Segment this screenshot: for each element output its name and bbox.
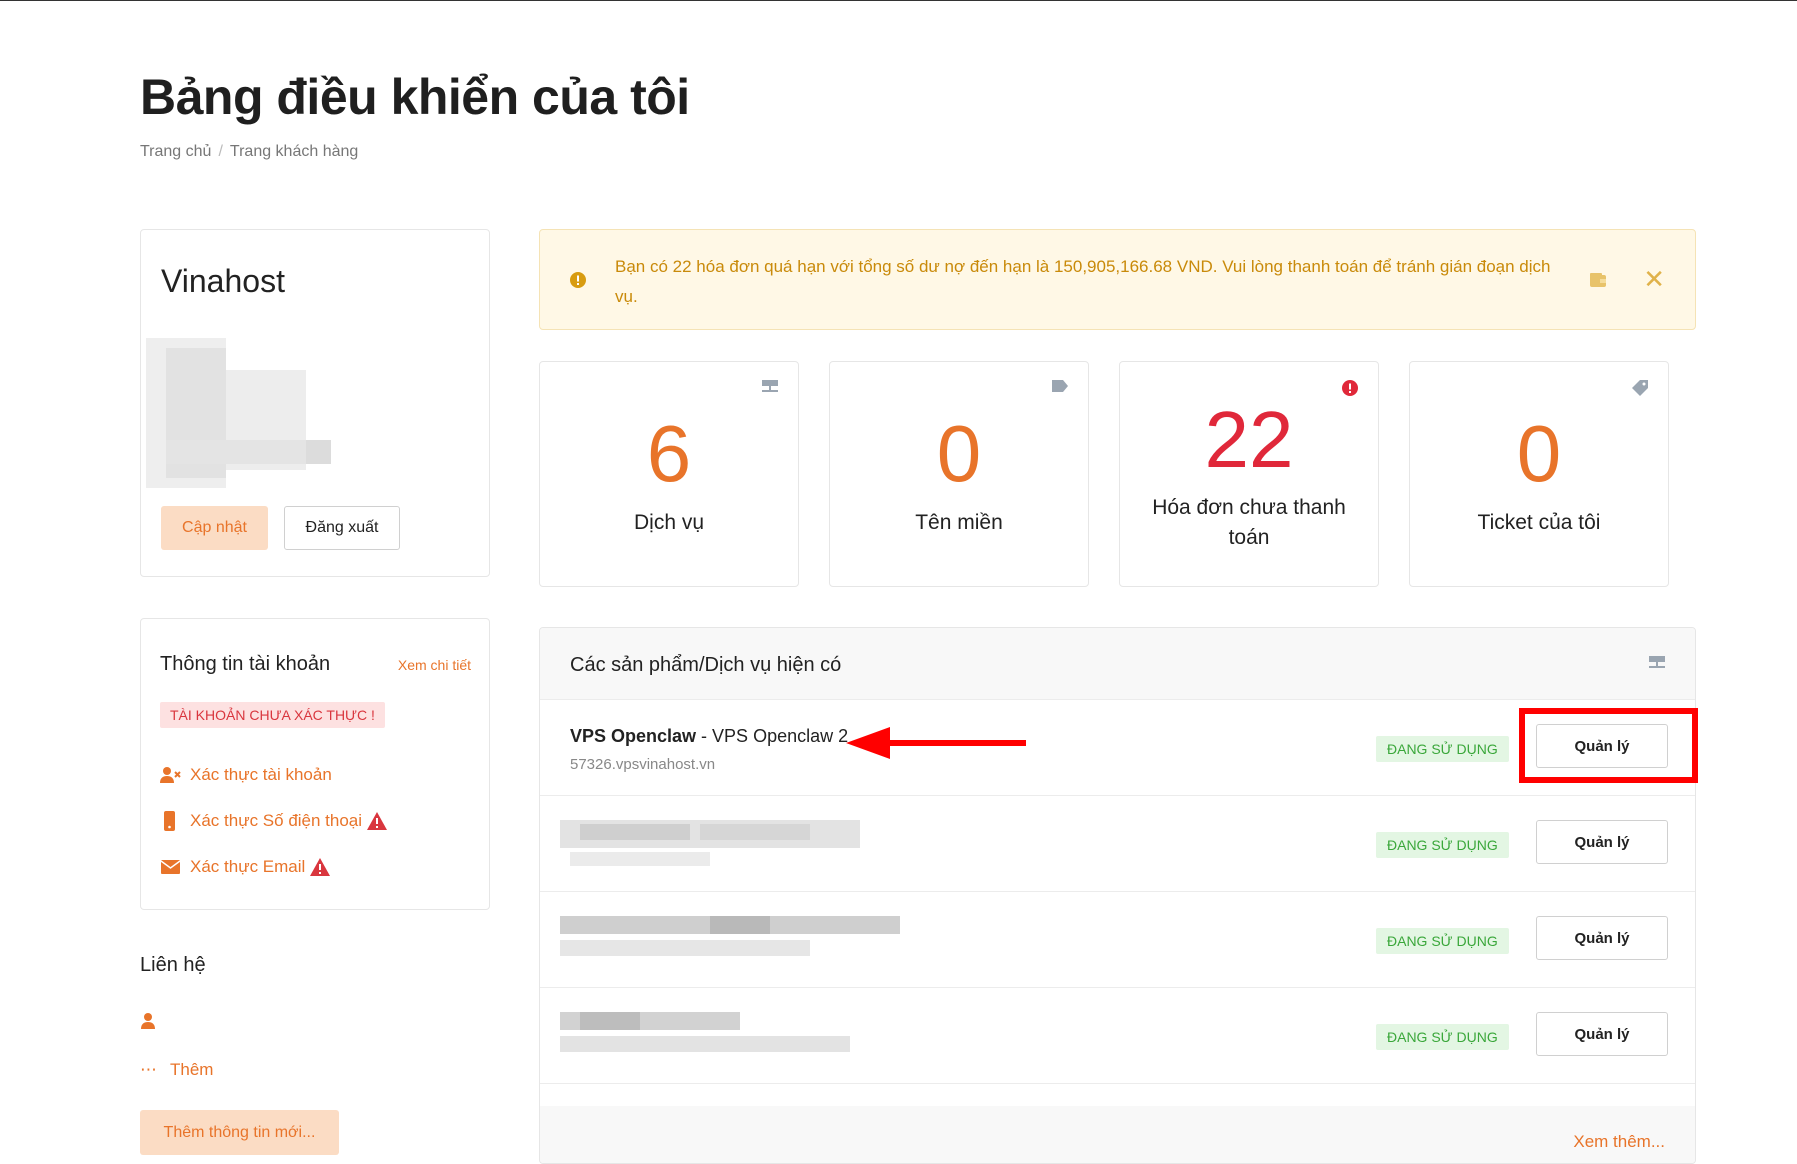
server-icon [1649, 656, 1665, 668]
profile-card: Vinahost Cập nhật Đăng xuất [140, 229, 490, 577]
verify-email-label: Xác thực Email [190, 857, 306, 876]
verify-account-link[interactable]: Xác thực tài khoản [160, 765, 332, 785]
breadcrumb: Trang chủ / Trang khách hàng [140, 143, 358, 161]
breadcrumb-home[interactable]: Trang chủ [140, 143, 211, 160]
more-dots-icon: ⋯ [140, 1060, 158, 1079]
close-icon[interactable]: ✕ [1643, 266, 1665, 292]
user-x-icon [160, 767, 181, 783]
red-arrow-annotation [846, 727, 1026, 759]
wallet-icon[interactable] [1589, 272, 1607, 288]
service-row[interactable]: ĐANG SỬ DỤNG Quản lý [540, 892, 1695, 988]
stat-label: Ticket của tôi [1477, 511, 1601, 534]
top-border-line [0, 0, 1797, 1]
services-title: Các sản phẩm/Dịch vụ hiện có [570, 654, 842, 676]
view-more-link[interactable]: Xem thêm... [1573, 1132, 1665, 1152]
phone-icon [164, 811, 175, 831]
manage-button[interactable]: Quản lý [1536, 1012, 1668, 1056]
account-info-card: Thông tin tài khoản Xem chi tiết TÀI KHO… [140, 618, 490, 910]
alert-circle-icon [570, 272, 586, 288]
breadcrumb-current: Trang khách hàng [229, 143, 359, 160]
manage-button[interactable]: Quản lý [1536, 820, 1668, 864]
status-badge: ĐANG SỬ DỤNG [1376, 736, 1509, 762]
server-icon [762, 380, 778, 392]
stat-value: 6 [646, 409, 692, 498]
stat-value: 0 [936, 409, 982, 498]
verify-phone-link[interactable]: Xác thực Số điện thoại [160, 811, 388, 831]
stat-label: Tên miền [915, 511, 1003, 534]
warning-icon [310, 858, 331, 876]
service-product: VPS Openclaw [570, 726, 697, 746]
service-name: VPS Openclaw 2 [712, 726, 849, 746]
stat-card-invoices[interactable]: 22 Hóa đơn chưa thanh toán [1119, 361, 1379, 587]
contact-more-link[interactable]: ⋯ Thêm [140, 1060, 213, 1080]
status-badge: ĐANG SỬ DỤNG [1376, 1024, 1509, 1050]
overdue-alert: Bạn có 22 hóa đơn quá hạn với tổng số dư… [539, 229, 1696, 330]
tag-icon [1052, 380, 1068, 392]
services-header: Các sản phẩm/Dịch vụ hiện có [540, 628, 1695, 700]
service-title: VPS Openclaw - VPS Openclaw 2 [570, 726, 848, 747]
service-domain: 57326.vpsvinahost.vn [570, 756, 716, 773]
stat-value: 0 [1516, 409, 1562, 498]
add-new-contact-button[interactable]: Thêm thông tin mới... [140, 1110, 339, 1155]
manage-button[interactable]: Quản lý [1536, 916, 1668, 960]
mail-icon [160, 860, 181, 874]
status-badge: ĐANG SỬ DỤNG [1376, 832, 1509, 858]
breadcrumb-separator: / [218, 143, 223, 160]
verify-email-link[interactable]: Xác thực Email [160, 857, 331, 877]
service-row[interactable]: ĐANG SỬ DỤNG Quản lý [540, 988, 1695, 1084]
view-detail-link[interactable]: Xem chi tiết [398, 657, 471, 673]
verify-phone-label: Xác thực Số điện thoại [190, 811, 363, 830]
stat-label: Hóa đơn chưa thanh toán [1152, 496, 1346, 549]
services-footer: Xem thêm... [540, 1106, 1695, 1163]
unverified-badge: TÀI KHOẢN CHƯA XÁC THỰC ! [160, 702, 385, 728]
contact-user-icon[interactable] [140, 1012, 156, 1035]
alert-circle-icon [1342, 380, 1358, 396]
highlight-box-annotation [1519, 708, 1698, 783]
alert-message: Bạn có 22 hóa đơn quá hạn với tổng số dư… [615, 257, 1551, 306]
account-info-title: Thông tin tài khoản [160, 653, 331, 675]
stat-value: 22 [1204, 395, 1294, 484]
update-button[interactable]: Cập nhật [161, 506, 268, 550]
service-separator: - [696, 726, 713, 746]
stat-card-tickets[interactable]: 0 Ticket của tôi [1409, 361, 1669, 587]
warning-icon [367, 812, 388, 830]
stat-card-domains[interactable]: 0 Tên miền [829, 361, 1089, 587]
service-row[interactable]: ĐANG SỬ DỤNG Quản lý [540, 796, 1695, 892]
status-badge: ĐANG SỬ DỤNG [1376, 928, 1509, 954]
contact-title: Liên hệ [140, 954, 206, 976]
profile-name: Vinahost [161, 263, 285, 299]
stat-label: Dịch vụ [633, 511, 705, 534]
ticket-icon [1632, 380, 1648, 396]
verify-account-label: Xác thực tài khoản [190, 765, 332, 784]
logout-button[interactable]: Đăng xuất [284, 506, 400, 550]
page-title: Bảng điều khiển của tôi [140, 69, 690, 125]
stat-card-services[interactable]: 6 Dịch vụ [539, 361, 799, 587]
contact-more-label: Thêm [170, 1060, 214, 1079]
